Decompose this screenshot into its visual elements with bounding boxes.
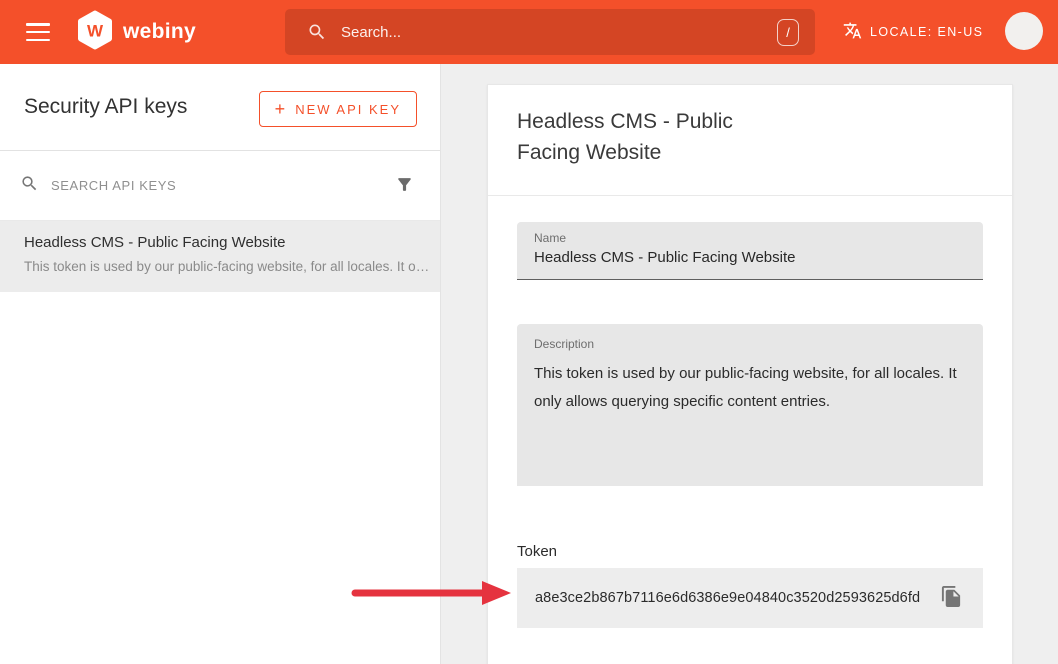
api-key-title: Headless CMS - Public Facing Website — [517, 106, 772, 168]
new-api-key-button-label: NEW API KEY — [295, 102, 401, 117]
menu-button[interactable] — [16, 12, 60, 52]
page-title: Security API keys — [24, 95, 187, 119]
form-card-header: Headless CMS - Public Facing Website — [488, 85, 1012, 196]
description-field[interactable]: Description This token is used by our pu… — [517, 324, 983, 486]
locale-switcher[interactable]: LOCALE: EN-US — [843, 0, 983, 64]
new-api-key-button[interactable]: + NEW API KEY — [259, 91, 417, 127]
name-field[interactable]: Name — [517, 222, 983, 280]
app-window: { "topbar": { "brand": "webiny", "search… — [0, 0, 1058, 664]
api-keys-search-input[interactable] — [51, 178, 393, 193]
api-keys-search-row — [0, 151, 440, 221]
api-keys-list-panel: Security API keys + NEW API KEY — [0, 64, 441, 664]
webiny-hexagon-icon: W — [76, 10, 114, 55]
token-value: a8e3ce2b867b7116e6d6386e9e04840c3520d259… — [535, 590, 940, 606]
list-item-description: This token is used by our public-facing … — [24, 258, 430, 276]
token-label: Token — [517, 543, 983, 560]
menu-icon — [26, 23, 50, 41]
svg-text:W: W — [87, 21, 104, 40]
webiny-logo[interactable]: W webiny — [76, 12, 196, 52]
search-icon — [307, 22, 327, 42]
copy-token-button[interactable] — [940, 585, 963, 611]
locale-label: LOCALE: EN-US — [870, 25, 983, 39]
plus-icon: + — [275, 100, 286, 118]
name-input[interactable] — [534, 249, 966, 266]
global-search[interactable]: / — [285, 9, 815, 55]
translate-icon — [843, 21, 862, 43]
token-field: a8e3ce2b867b7116e6d6386e9e04840c3520d259… — [517, 568, 983, 628]
api-key-form: Name Description This token is used by o… — [488, 222, 1012, 628]
top-app-bar: W webiny / LOCALE: EN-US — [0, 0, 1058, 64]
list-item-title: Headless CMS - Public Facing Website — [24, 232, 430, 253]
list-panel-header: Security API keys + NEW API KEY — [0, 64, 440, 151]
filter-icon — [395, 175, 414, 197]
description-textarea[interactable]: This token is used by our public-facing … — [534, 360, 971, 480]
api-key-detail-panel: Headless CMS - Public Facing Website Nam… — [441, 64, 1058, 664]
avatar[interactable] — [1005, 12, 1043, 50]
api-key-list-item[interactable]: Headless CMS - Public Facing Website Thi… — [0, 221, 440, 292]
api-key-form-card: Headless CMS - Public Facing Website Nam… — [487, 84, 1013, 664]
keyboard-shortcut-badge: / — [777, 19, 799, 46]
filter-button[interactable] — [393, 173, 416, 199]
copy-icon — [940, 585, 963, 611]
name-field-label: Name — [534, 231, 966, 245]
brand-wordmark: webiny — [123, 20, 196, 44]
description-field-label: Description — [534, 337, 966, 351]
global-search-input[interactable] — [341, 24, 777, 41]
search-icon — [20, 174, 39, 198]
